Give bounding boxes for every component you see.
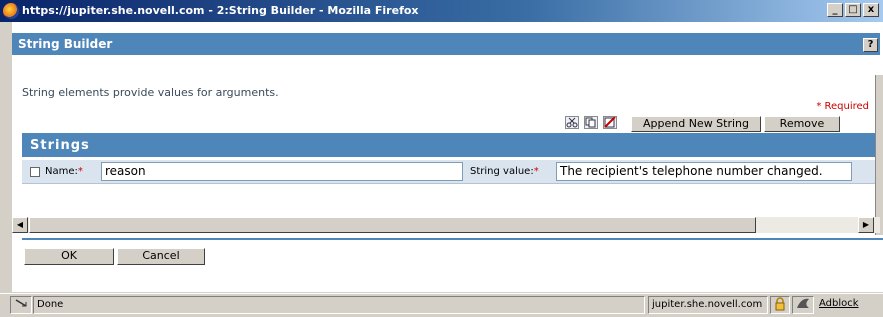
cut-icon[interactable] [565,116,579,129]
page-title: String Builder [18,37,113,51]
adblock-link[interactable]: Adblock [816,296,882,314]
required-note: * Required [816,101,869,112]
name-field[interactable]: reason [101,162,463,181]
cancel-button[interactable]: Cancel [117,248,205,265]
adblock-icon[interactable] [792,296,814,314]
string-value-label: String value:* [470,166,539,177]
lock-icon[interactable] [770,296,790,314]
window-title: https://jupiter.she.novell.com - 2:Strin… [22,4,419,17]
clear-icon[interactable] [603,116,617,129]
help-button[interactable]: ? [863,38,878,52]
close-button[interactable]: x [863,3,879,17]
row-select-checkbox[interactable] [30,167,40,177]
remove-button[interactable]: Remove [764,116,840,132]
strings-panel-header [22,133,880,157]
scroll-left-arrow-icon[interactable]: ◀ [12,217,28,233]
status-connection-icon [10,296,32,314]
string-value-field[interactable]: The recipient's telephone number changed… [556,162,852,181]
restore-button[interactable]: □ [845,3,861,17]
copy-icon[interactable] [584,116,598,129]
firefox-icon [3,3,19,19]
description-text: String elements provide values for argum… [22,86,279,99]
vertical-scrollbar[interactable] [875,75,883,235]
page-header [12,33,880,55]
strings-panel-title: Strings [30,138,90,153]
divider [22,238,883,240]
name-label: Name:* [45,166,83,177]
append-new-string-button[interactable]: Append New String [631,116,761,132]
minimize-button[interactable]: _ [827,3,843,17]
status-host: jupiter.she.novell.com [648,296,768,314]
scroll-right-arrow-icon[interactable]: ▶ [858,217,874,233]
ok-button[interactable]: OK [24,248,114,265]
scrollbar-thumb[interactable] [29,217,756,233]
status-text: Done [33,296,645,314]
